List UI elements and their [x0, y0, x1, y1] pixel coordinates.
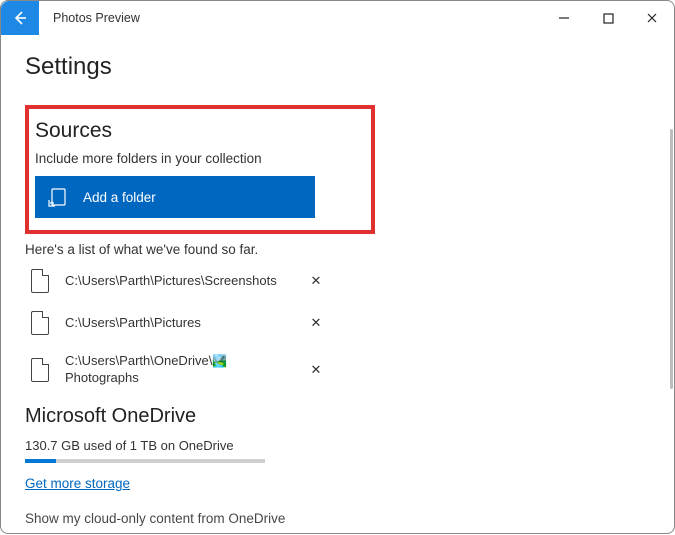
folder-path: C:\Users\Parth\Pictures\Screenshots	[65, 273, 291, 290]
add-folder-label: Add a folder	[83, 190, 156, 205]
remove-folder-button[interactable]: ✕	[307, 315, 325, 331]
maximize-button[interactable]	[586, 1, 630, 35]
add-folder-icon	[47, 186, 69, 208]
device-icon	[31, 358, 49, 382]
picture-icon: 🏞️	[212, 354, 227, 368]
folder-row: C:\Users\Parth\Pictures\Screenshots ✕	[25, 269, 325, 293]
onedrive-progress	[25, 459, 265, 463]
onedrive-heading: Microsoft OneDrive	[25, 405, 650, 428]
maximize-icon	[603, 13, 614, 24]
scrollbar[interactable]	[670, 129, 673, 389]
sources-highlight: Sources Include more folders in your col…	[25, 105, 375, 234]
remove-folder-button[interactable]: ✕	[307, 273, 325, 289]
get-more-storage-link[interactable]: Get more storage	[25, 476, 130, 491]
close-button[interactable]	[630, 1, 674, 35]
sources-heading: Sources	[35, 119, 361, 143]
onedrive-cloud-only-label: Show my cloud-only content from OneDrive	[25, 511, 650, 526]
onedrive-progress-fill	[25, 459, 56, 463]
title-bar: Photos Preview	[1, 1, 674, 35]
folder-row: C:\Users\Parth\OneDrive\🏞️ Photographs ✕	[25, 353, 325, 387]
device-icon	[31, 269, 49, 293]
folder-path: C:\Users\Parth\Pictures	[65, 315, 291, 332]
back-button[interactable]	[1, 1, 39, 35]
folder-row: C:\Users\Parth\Pictures ✕	[25, 311, 325, 335]
folder-path: C:\Users\Parth\OneDrive\🏞️ Photographs	[65, 353, 291, 387]
minimize-icon	[558, 12, 570, 24]
page-title: Settings	[25, 53, 650, 81]
minimize-button[interactable]	[542, 1, 586, 35]
app-title: Photos Preview	[53, 11, 140, 25]
device-icon	[31, 311, 49, 335]
arrow-left-icon	[12, 10, 28, 26]
remove-folder-button[interactable]: ✕	[307, 362, 325, 378]
window-controls	[542, 1, 674, 35]
settings-content: Settings Sources Include more folders in…	[1, 35, 674, 535]
sources-list-intro: Here's a list of what we've found so far…	[25, 242, 650, 257]
onedrive-usage: 130.7 GB used of 1 TB on OneDrive	[25, 438, 650, 453]
add-folder-button[interactable]: Add a folder	[35, 176, 315, 218]
sources-subtitle: Include more folders in your collection	[35, 151, 361, 166]
close-icon	[646, 12, 658, 24]
